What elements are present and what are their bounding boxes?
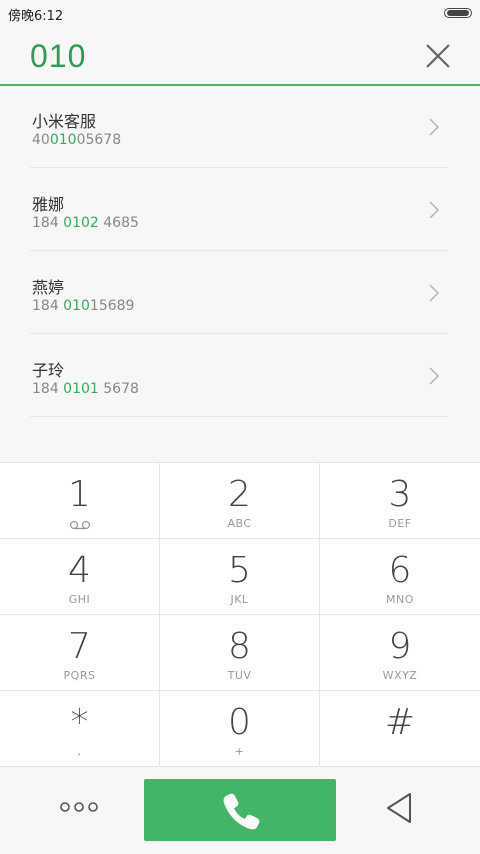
contact-row[interactable]: 小米客服 4001005678 xyxy=(30,86,448,168)
contact-name: 子玲 xyxy=(32,361,65,380)
key-digit: 3 xyxy=(388,474,412,515)
key-letters: + xyxy=(234,745,245,758)
chevron-right-icon xyxy=(429,284,440,302)
contact-name: 雅娜 xyxy=(32,195,65,214)
key-1[interactable]: 1 xyxy=(0,463,160,539)
contact-number: 184 0101 5678 xyxy=(32,381,139,397)
contact-number: 184 0102 4685 xyxy=(32,215,139,231)
contact-name: 小米客服 xyxy=(32,112,97,131)
chevron-right-icon xyxy=(429,201,440,219)
key-letters: MNO xyxy=(386,593,414,606)
contact-row[interactable]: 子玲 184 0101 5678 xyxy=(30,335,448,417)
close-icon xyxy=(426,44,450,68)
key-digit: 8 xyxy=(228,626,251,667)
contact-number: 184 01015689 xyxy=(32,298,135,314)
key-6[interactable]: 6 MNO xyxy=(320,539,480,615)
more-button[interactable] xyxy=(58,797,100,817)
key-letters: TUV xyxy=(227,669,252,682)
status-bar: 傍晚6:12 xyxy=(0,0,480,26)
contact-name: 燕婷 xyxy=(32,278,65,297)
clear-button[interactable] xyxy=(424,42,452,70)
key-digit: 0 xyxy=(228,702,251,743)
key-digit: 7 xyxy=(68,626,91,667)
key-letters: JKL xyxy=(230,593,249,606)
contact-row[interactable]: 燕婷 184 01015689 xyxy=(30,252,448,334)
voicemail-icon xyxy=(69,520,91,530)
key-digit: 1 xyxy=(68,474,91,515)
key-letters: DEF xyxy=(388,517,412,530)
key-digit: 6 xyxy=(388,550,412,591)
key-digit: 5 xyxy=(228,550,251,591)
status-time: 傍晚6:12 xyxy=(8,9,64,24)
call-button[interactable] xyxy=(144,779,336,841)
back-triangle-icon xyxy=(387,793,411,823)
key-9[interactable]: 9 WXYZ xyxy=(320,615,480,691)
key-letters: GHI xyxy=(68,593,91,606)
contact-number: 4001005678 xyxy=(32,132,122,148)
key-4[interactable]: 4 GHI xyxy=(0,539,160,615)
dial-keypad: 1 2 ABC 3 DEF 4 GHI 5 JKL 6 MNO 7 PQRS 8… xyxy=(0,462,480,767)
phone-icon xyxy=(223,793,260,830)
contact-row[interactable]: 雅娜 184 0102 4685 xyxy=(30,169,448,251)
more-dots-icon xyxy=(60,802,98,812)
key-letters: PQRS xyxy=(63,669,96,682)
key-letters: WXYZ xyxy=(382,669,418,682)
key-digit: * xyxy=(70,702,89,743)
contact-results: 小米客服 4001005678 雅娜 184 0102 4685 燕婷 184 … xyxy=(0,86,480,462)
key-star[interactable]: * , xyxy=(0,691,160,767)
dial-header: 010 xyxy=(0,26,480,86)
key-8[interactable]: 8 TUV xyxy=(160,615,320,691)
key-3[interactable]: 3 DEF xyxy=(320,463,480,539)
key-digit: 2 xyxy=(228,474,251,515)
dial-input[interactable]: 010 xyxy=(30,38,86,75)
key-7[interactable]: 7 PQRS xyxy=(0,615,160,691)
bottom-bar xyxy=(0,766,480,854)
key-digit: 9 xyxy=(388,626,412,667)
back-button[interactable] xyxy=(384,791,416,825)
chevron-right-icon xyxy=(429,367,440,385)
key-digit: # xyxy=(384,702,416,743)
key-letters: , xyxy=(77,745,82,758)
key-letters: ABC xyxy=(227,517,252,530)
key-digit: 4 xyxy=(68,550,91,591)
key-hash[interactable]: # xyxy=(320,691,480,767)
key-0[interactable]: 0 + xyxy=(160,691,320,767)
key-2[interactable]: 2 ABC xyxy=(160,463,320,539)
key-5[interactable]: 5 JKL xyxy=(160,539,320,615)
chevron-right-icon xyxy=(429,118,440,136)
battery-icon xyxy=(444,8,472,18)
